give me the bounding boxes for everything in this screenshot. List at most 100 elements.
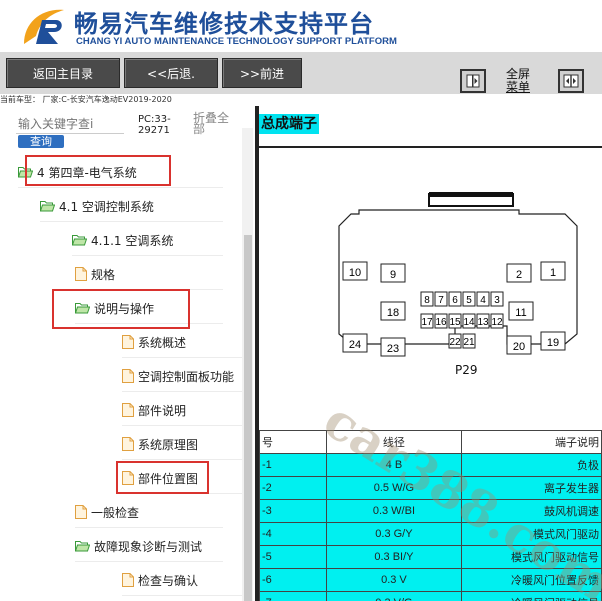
connector-pin-number: 12 [491,317,503,328]
document-icon [122,335,134,349]
document-icon [122,403,134,417]
table-row: -5 0.3 BI/Y 模式风门驱动信号 [259,545,602,569]
connector-pin-number: 2 [516,269,522,281]
pin-no-cell: -3 [259,499,327,523]
tree-item[interactable]: 故障现象诊断与测试 [75,531,223,562]
connector-diagram: 10 9 2 118 1124 23 20 198 7 6 5 4 317 16 15 14 13 1222 21 [338,192,578,357]
document-icon [75,267,87,281]
connector-pin-number: 24 [349,339,361,351]
vehicle-status: 当前车型： 厂家:C-长安汽车逸动EV2019-2020 [0,94,602,106]
search-button[interactable]: 查询 [18,135,64,148]
tree-item-label: 检查与确认 [138,573,199,588]
wire-cell: 0.3 W/BI [326,499,462,523]
highlight-box [52,289,190,329]
fullscreen-menu-label[interactable]: 全屏 菜单 [504,68,532,94]
folder-open-icon [72,235,87,246]
tree-item-label: 故障现象诊断与测试 [94,539,203,554]
highlight-box [116,461,209,494]
tree-item[interactable]: 4.1.1 空调系统 [72,225,223,256]
tree-item[interactable]: 一般检查 [75,497,223,528]
tree-item[interactable]: 4.1 空调控制系统 [40,191,223,222]
header-desc: 端子说明 [460,430,602,454]
document-icon [122,437,134,451]
connector-pin-number: 1 [550,267,556,279]
split-view-icon [563,74,579,88]
forward-button[interactable]: >>前进 [222,58,302,88]
header-wire: 线径 [326,430,462,454]
tree-item[interactable]: 系统概述 [122,327,242,358]
connector-pin-number: 11 [515,307,526,319]
connector-pin-number: 22 [449,337,461,348]
wire-cell: 4 B [326,453,462,477]
pc-code: PC:33-29271 [138,114,171,136]
tree-item-label: 规格 [91,267,116,282]
tree-item[interactable]: 规格 [75,259,223,290]
connector-pin-number: 3 [494,295,500,306]
desc-cell: 冷暖风门位置反馈 [460,568,602,592]
pin-no-cell: -4 [259,522,327,546]
table-row: -1 4 B 负极 [259,453,602,477]
table-row: -70.3 V/G冷暖风门驱动信号 [259,591,602,601]
logo-icon [24,9,64,44]
content-panel: 总成端子 10 9 2 1 18 11 24 23 20 19 8 7 6 5 4 3 17 16 15 14 13 12… [259,106,602,601]
table-row: -4 0.3 G/Y 模式风门驱动 [259,522,602,546]
table-header-row: 号 线径 端子说明 [259,430,602,454]
folder-open-icon [40,201,55,212]
header-no: 号 [259,430,327,454]
back-button[interactable]: <<后退. [124,58,218,88]
tree-item[interactable]: 部件说明 [122,395,242,426]
desc-cell: 鼓风机调速 [460,499,602,523]
wire-cell: 0.3 BI/Y [326,545,462,569]
divider-line [259,146,602,148]
connector-pin-number: 18 [387,307,399,319]
tree-scrollbar-thumb[interactable] [244,235,252,601]
section-title: 总成端子 [259,114,319,134]
connector-pin-number: 5 [466,295,472,306]
home-button[interactable]: 返回主目录 [6,58,120,88]
expand-panel-icon [466,74,480,88]
connector-pin-number: 4 [480,295,486,306]
wire-cell: 0.3 V [326,568,462,592]
connector-pin-number: 19 [547,337,559,349]
desc-cell: 模式风门驱动信号 [460,545,602,569]
connector-pin-number: 15 [449,317,461,328]
pin-table: 号 线径 端子说明 -1 4 B 负极 -2 0.5 W/G 离子发生器 -3 0.3 W/B… [259,430,602,601]
expand-panel-button[interactable] [460,69,486,93]
tree-item-label: 系统原理图 [138,437,199,452]
tree-item-label: 一般检查 [91,505,140,520]
connector-pin-number: 9 [390,269,396,281]
table-row: -3 0.3 W/BI 鼓风机调速 [259,499,602,523]
desc-cell: 冷暖风门驱动信号 [460,591,602,601]
connector-pin-number: 21 [463,337,475,348]
app-title: 畅易汽车维修技术支持平台 [74,10,374,38]
desc-cell: 离子发生器 [460,476,602,500]
highlight-box [25,155,171,186]
collapse-all-button[interactable]: 折叠全部 [193,112,233,135]
desc-cell: 模式风门驱动 [460,522,602,546]
folder-open-icon [75,541,90,552]
tree-item[interactable]: 系统原理图 [122,429,242,460]
connector-pin-number: 10 [349,267,361,279]
split-view-button[interactable] [558,69,584,93]
pin-no-cell: -6 [259,568,327,592]
document-icon [122,573,134,587]
search-input[interactable] [16,115,124,134]
wire-cell: 0.3 V/G [326,591,462,601]
tree-item-label: 空调控制面板功能 [138,369,235,384]
app-header: 畅易汽车维修技术支持平台 CHANG YI AUTO MAINTENANCE T… [0,0,602,52]
table-row: -6 0.3 V 冷暖风门位置反馈 [259,568,602,592]
tree-item-label: 4.1 空调控制系统 [59,199,154,214]
pin-no-cell: -7 [259,591,327,601]
tree-item-label: 系统概述 [138,335,187,350]
connector-pin-number: 14 [463,317,475,328]
document-icon [122,369,134,383]
pin-no-cell: -1 [259,453,327,477]
connector-label: P29 [455,363,478,377]
connector-pin-number: 17 [421,317,433,328]
pin-no-cell: -2 [259,476,327,500]
tree-item[interactable]: 空调控制面板功能 [122,361,242,392]
pin-no-cell: -5 [259,545,327,569]
tree-item[interactable]: 检查与确认 [122,565,242,596]
table-row: -2 0.5 W/G 离子发生器 [259,476,602,500]
connector-pin-number: 7 [438,295,444,306]
